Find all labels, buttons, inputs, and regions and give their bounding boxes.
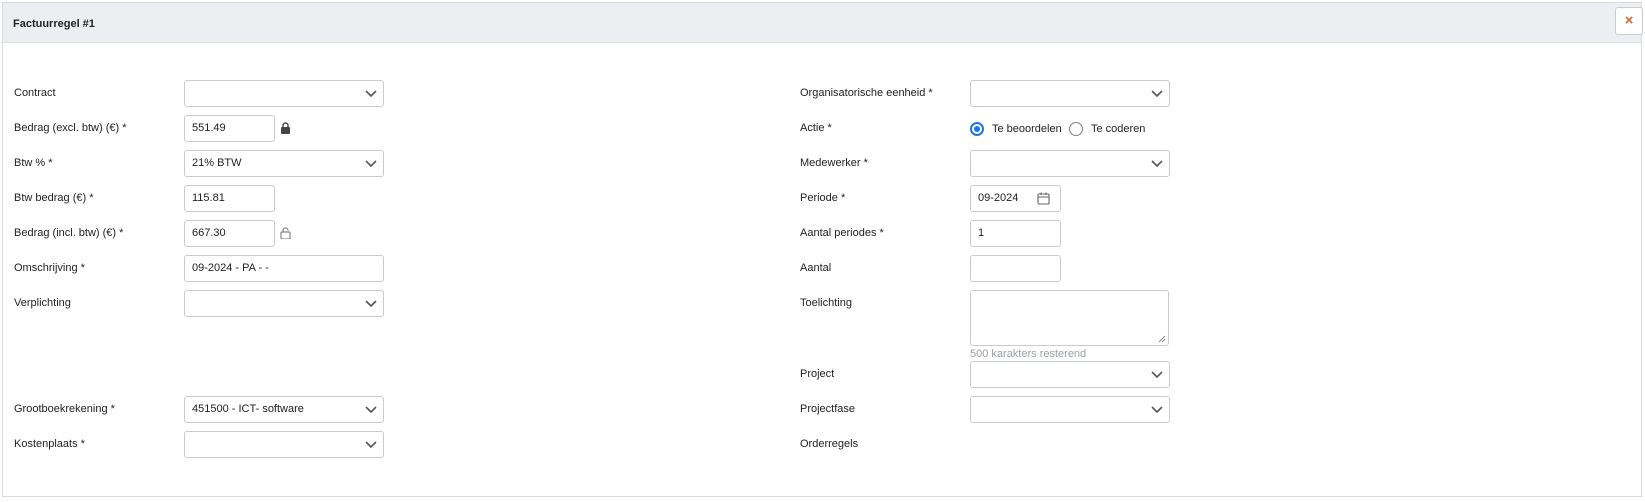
btw-bedrag-input[interactable]: 115.81 bbox=[184, 185, 275, 212]
toelichting-char-counter: 500 karakters resterend bbox=[970, 348, 1087, 360]
aantal-label: Aantal bbox=[800, 262, 832, 274]
unlock-icon[interactable] bbox=[280, 227, 291, 239]
kostenplaats-select[interactable] bbox=[184, 431, 384, 458]
radio-te-coderen[interactable]: Te coderen bbox=[1069, 121, 1145, 137]
btw-bedrag-label: Btw bedrag (€) * bbox=[14, 192, 94, 204]
bedrag-excl-input[interactable]: 551.49 bbox=[184, 115, 275, 142]
chevron-down-icon bbox=[365, 406, 377, 414]
grootboek-select[interactable]: 451500 - ICT- software bbox=[184, 396, 384, 423]
contract-label: Contract bbox=[14, 87, 56, 99]
radio-button-checked[interactable] bbox=[970, 122, 984, 136]
calendar-icon[interactable] bbox=[1037, 192, 1050, 205]
org-label: Organisatorische eenheid * bbox=[800, 87, 933, 99]
resize-handle-icon[interactable] bbox=[1158, 335, 1166, 343]
medewerker-label: Medewerker * bbox=[800, 157, 868, 169]
grootboek-value: 451500 - ICT- software bbox=[192, 403, 304, 415]
panel-title: Factuurregel #1 bbox=[13, 18, 95, 30]
chevron-down-icon bbox=[365, 160, 377, 168]
orderregels-label: Orderregels bbox=[800, 438, 859, 450]
radio-te-beoordelen[interactable]: Te beoordelen bbox=[970, 121, 1062, 137]
radio-label: Te coderen bbox=[1091, 123, 1146, 135]
chevron-down-icon bbox=[1151, 90, 1163, 98]
btw-pct-value: 21% BTW bbox=[192, 157, 242, 169]
bedrag-incl-input[interactable]: 667.30 bbox=[184, 220, 275, 247]
radio-label: Te beoordelen bbox=[992, 123, 1062, 135]
chevron-down-icon bbox=[1151, 406, 1163, 414]
invoice-line-panel: Factuurregel #1 × Contract Bedrag (excl.… bbox=[2, 2, 1643, 497]
project-label: Project bbox=[800, 368, 835, 380]
org-select[interactable] bbox=[970, 80, 1170, 107]
toelichting-label: Toelichting bbox=[800, 297, 852, 309]
kostenplaats-label: Kostenplaats * bbox=[14, 438, 85, 450]
periode-input[interactable]: 09-2024 bbox=[970, 185, 1061, 212]
bedrag-incl-label: Bedrag (incl. btw) (€) * bbox=[14, 227, 124, 239]
verplichting-select[interactable] bbox=[184, 290, 384, 317]
aantal-input[interactable] bbox=[970, 255, 1061, 282]
project-select[interactable] bbox=[970, 361, 1170, 388]
chevron-down-icon bbox=[365, 441, 377, 449]
actie-label: Actie * bbox=[800, 122, 832, 134]
chevron-down-icon bbox=[1151, 371, 1163, 379]
chevron-down-icon bbox=[365, 90, 377, 98]
toelichting-textarea[interactable] bbox=[970, 290, 1169, 346]
btw-pct-label: Btw % * bbox=[14, 157, 53, 169]
chevron-down-icon bbox=[365, 300, 377, 308]
chevron-down-icon bbox=[1151, 160, 1163, 168]
omschrijving-label: Omschrijving * bbox=[14, 262, 85, 274]
projectfase-select[interactable] bbox=[970, 396, 1170, 423]
medewerker-select[interactable] bbox=[970, 150, 1170, 177]
projectfase-label: Projectfase bbox=[800, 403, 856, 415]
close-button[interactable]: × bbox=[1615, 7, 1643, 35]
omschrijving-input[interactable]: 09-2024 - PA - - bbox=[184, 255, 384, 282]
btw-pct-select[interactable]: 21% BTW bbox=[184, 150, 384, 177]
aantal-periodes-label: Aantal periodes * bbox=[800, 227, 884, 239]
periode-label: Periode * bbox=[800, 192, 846, 204]
close-icon: × bbox=[1624, 12, 1634, 29]
grootboek-label: Grootboekrekening * bbox=[14, 403, 115, 415]
contract-select[interactable] bbox=[184, 80, 384, 107]
lock-icon[interactable] bbox=[280, 122, 291, 134]
radio-button[interactable] bbox=[1069, 122, 1083, 136]
periode-value: 09-2024 bbox=[978, 192, 1019, 204]
bedrag-excl-label: Bedrag (excl. btw) (€) * bbox=[14, 122, 127, 134]
panel-header: Factuurregel #1 × bbox=[3, 3, 1643, 43]
verplichting-label: Verplichting bbox=[14, 297, 71, 309]
aantal-periodes-input[interactable]: 1 bbox=[970, 220, 1061, 247]
